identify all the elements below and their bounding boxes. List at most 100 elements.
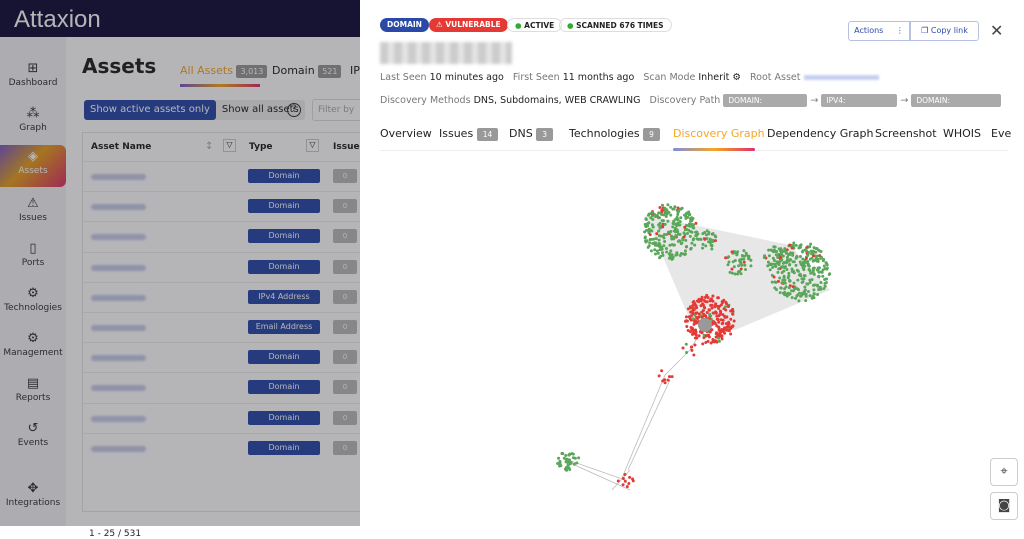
graph-node xyxy=(809,271,813,275)
discovery-graph[interactable] xyxy=(360,152,1024,526)
graph-node xyxy=(662,244,666,248)
path-chip[interactable]: DOMAIN: xyxy=(911,94,1002,107)
graph-node xyxy=(684,213,688,217)
graph-node xyxy=(648,237,652,241)
settings-icon[interactable]: ⚙ xyxy=(732,72,741,83)
graph-node xyxy=(557,456,561,460)
graph-node xyxy=(651,241,655,245)
path-chip[interactable]: DOMAIN: xyxy=(723,94,808,107)
tab-whois[interactable]: WHOIS xyxy=(943,127,981,140)
graph-node xyxy=(735,252,739,256)
graph-node xyxy=(804,294,808,298)
warning-icon: ⚠ xyxy=(436,20,446,29)
graph-node xyxy=(563,467,567,471)
graph-node xyxy=(779,286,783,290)
graph-node xyxy=(782,269,786,273)
graph-node xyxy=(673,205,677,209)
graph-node xyxy=(817,275,821,279)
graph-node xyxy=(709,303,713,307)
graph-node xyxy=(718,309,722,313)
graph-node xyxy=(693,320,697,324)
graph-node xyxy=(643,236,647,240)
graph-node xyxy=(816,293,820,297)
graph-node xyxy=(691,309,695,313)
graph-node xyxy=(825,277,829,281)
graph-node xyxy=(804,256,808,260)
label: Scan Mode xyxy=(643,72,696,83)
graph-node xyxy=(676,212,680,216)
graph-node xyxy=(783,281,787,285)
graph-node xyxy=(690,241,694,245)
graph-node xyxy=(683,253,687,257)
graph-node xyxy=(690,345,694,349)
tab-discovery-graph[interactable]: Discovery Graph xyxy=(673,127,765,140)
graph-node xyxy=(560,451,564,455)
graph-node xyxy=(714,332,718,336)
graph-node xyxy=(662,213,666,217)
graph-node xyxy=(819,281,823,285)
root-asset-link[interactable] xyxy=(803,75,879,80)
graph-node xyxy=(651,218,655,222)
graph-node xyxy=(805,282,809,286)
button-label: Copy link xyxy=(930,26,968,35)
actions-button[interactable]: Actions ⋮ xyxy=(848,21,910,41)
graph-node xyxy=(671,207,675,211)
graph-node xyxy=(693,243,697,247)
graph-node xyxy=(621,483,625,487)
copy-link-button[interactable]: ❐ Copy link xyxy=(910,21,979,41)
graph-node xyxy=(664,247,668,251)
graph-node xyxy=(790,296,794,300)
graph-node xyxy=(645,239,649,243)
tab-dependency-graph[interactable]: Dependency Graph xyxy=(767,127,873,140)
graph-node xyxy=(659,234,663,238)
graph-node xyxy=(658,225,662,229)
location-pin-button[interactable]: ⌖ xyxy=(990,458,1018,486)
graph-node xyxy=(668,243,672,247)
graph-node xyxy=(692,353,696,357)
graph-node xyxy=(686,307,690,311)
graph-node xyxy=(803,264,807,268)
tab-overview[interactable]: Overview xyxy=(380,127,432,140)
graph-node xyxy=(666,210,670,214)
last-seen: 10 minutes ago xyxy=(429,72,504,83)
graph-node xyxy=(799,245,803,249)
tab-technologies[interactable]: Technologies 9 xyxy=(569,127,660,141)
graph-node xyxy=(711,294,715,298)
graph-node xyxy=(722,330,726,334)
tab-eve[interactable]: Eve xyxy=(991,127,1011,140)
close-icon[interactable]: ✕ xyxy=(990,21,1003,40)
graph-node xyxy=(788,263,792,267)
type-badge: DOMAIN xyxy=(380,18,429,32)
tab-issues[interactable]: Issues 14 xyxy=(439,127,499,141)
graph-node xyxy=(703,237,707,241)
screenshot-button[interactable]: ◙ xyxy=(990,492,1018,520)
graph-edge xyxy=(621,374,666,479)
graph-node xyxy=(819,249,823,253)
graph-node xyxy=(812,272,816,276)
graph-node xyxy=(695,232,699,236)
graph-node xyxy=(723,305,727,309)
graph-node xyxy=(727,255,731,259)
graph-node xyxy=(791,251,795,255)
graph-node xyxy=(828,272,832,276)
graph-node xyxy=(695,336,699,340)
graph-node xyxy=(709,297,713,301)
graph-node xyxy=(804,299,808,303)
graph-node xyxy=(712,311,716,315)
graph-node xyxy=(572,462,576,466)
graph-node xyxy=(819,256,823,260)
tab-dns[interactable]: DNS 3 xyxy=(509,127,553,141)
graph-node xyxy=(795,255,799,259)
graph-node xyxy=(810,296,814,300)
graph-node xyxy=(811,259,815,263)
graph-node xyxy=(797,299,801,303)
modal-overlay[interactable] xyxy=(0,0,360,526)
graph-node xyxy=(672,243,676,247)
graph-node xyxy=(665,250,669,254)
tab-label: Dependency Graph xyxy=(767,127,874,140)
tab-screenshot[interactable]: Screenshot xyxy=(875,127,937,140)
path-chip[interactable]: IPV4: xyxy=(821,94,898,107)
graph-node xyxy=(724,256,728,260)
graph-node xyxy=(745,253,749,257)
graph-node xyxy=(623,479,627,483)
